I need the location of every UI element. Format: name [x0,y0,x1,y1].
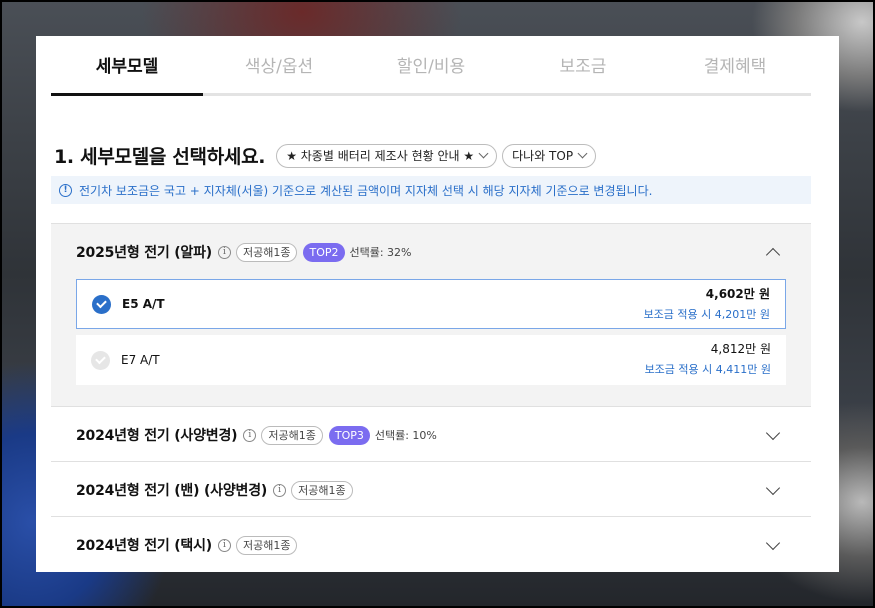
subsidy-price: 보조금 적용 시 4,411만 원 [644,363,771,376]
step-tabs: 세부모델 색상/옵션 할인/비용 보조금 결제혜택 [51,36,811,96]
trim-group-header[interactable]: 2024년형 전기 (밴) (사양변경) i 저공해1종 [51,462,811,518]
emission-tag: 저공해1종 [291,480,353,500]
trim-group-2024-spec-change: 2024년형 전기 (사양변경) i 저공해1종 TOP3 선택률: 10% [51,406,811,461]
region-select-label: 다나와 TOP [512,149,574,163]
emission-tag: 저공해1종 [261,425,323,445]
trim-group-2024-taxi: 2024년형 전기 (택시) i 저공해1종 [51,516,811,571]
info-icon[interactable]: i [218,245,231,259]
trim-group-header[interactable]: 2024년형 전기 (사양변경) i 저공해1종 TOP3 선택률: 10% [51,407,811,463]
chevron-down-icon [577,148,588,159]
model-option-e7[interactable]: E7 A/T 4,812만 원 보조금 적용 시 4,411만 원 [76,335,786,385]
trim-group-title: 2024년형 전기 (밴) (사양변경) [76,483,268,499]
emission-tag: 저공해1종 [236,242,298,262]
model-option-e5[interactable]: E5 A/T 4,602만 원 보조금 적용 시 4,201만 원 [76,279,786,329]
trim-group-header[interactable]: 2025년형 전기 (알파) i 저공해1종 TOP2 선택률: 32% [51,224,811,280]
tab-color-options[interactable]: 색상/옵션 [203,36,355,93]
chevron-up-icon[interactable] [765,247,781,263]
notice-text: 전기차 보조금은 국고 + 지자체(서울) 기준으로 계산된 금액이며 지자체 … [79,183,653,198]
info-icon[interactable]: i [218,538,231,552]
price-block: 4,602만 원 보조금 적용 시 4,201만 원 [644,286,770,323]
model-name: E7 A/T [121,353,160,367]
trim-selection-panel: 세부모델 색상/옵션 할인/비용 보조금 결제혜택 1. 세부모델을 선택하세요… [36,36,839,572]
check-icon [92,294,111,314]
chevron-down-icon[interactable] [765,425,781,441]
subsidy-price: 보조금 적용 시 4,201만 원 [643,308,770,321]
info-icon: ! [59,183,72,197]
emission-tag: 저공해1종 [236,535,298,555]
trim-group-header[interactable]: 2024년형 전기 (택시) i 저공해1종 [51,517,811,572]
trim-group-title: 2024년형 전기 (택시) [76,538,212,554]
info-icon[interactable]: i [243,428,257,442]
model-name: E5 A/T [122,297,165,311]
subsidy-notice: ! 전기차 보조금은 국고 + 지자체(서울) 기준으로 계산된 금액이며 지자… [51,176,811,204]
section-title: 1. 세부모델을 선택하세요. [54,146,266,168]
trim-group-2024-van: 2024년형 전기 (밴) (사양변경) i 저공해1종 [51,461,811,516]
tab-subsidy[interactable]: 보조금 [507,36,659,93]
chevron-down-icon[interactable] [765,480,781,496]
trim-group-title: 2025년형 전기 (알파) [76,245,212,261]
trim-group-2025-alpha: 2025년형 전기 (알파) i 저공해1종 TOP2 선택률: 32% E5 … [51,223,811,406]
chevron-down-icon [478,148,489,159]
heading-row: 1. 세부모델을 선택하세요. ★ 차종별 배터리 제조사 현황 안내 ★ 다나… [54,142,601,169]
tab-trim[interactable]: 세부모델 [51,36,203,96]
region-select[interactable]: 다나와 TOP [502,143,597,168]
tab-discount-cost[interactable]: 할인/비용 [355,36,507,93]
chevron-down-icon[interactable] [765,535,781,551]
model-price: 4,602만 원 [705,287,770,301]
selection-rate: 선택률: 10% [374,429,437,442]
price-block: 4,812만 원 보조금 적용 시 4,411만 원 [645,341,771,378]
battery-info-button[interactable]: ★ 차종별 배터리 제조사 현황 안내 ★ [276,143,498,168]
trim-group-title: 2024년형 전기 (사양변경) [76,428,238,444]
info-icon[interactable]: i [273,483,287,497]
top-rank-badge: TOP3 [328,425,370,445]
check-icon [91,350,110,370]
selection-rate: 선택률: 32% [349,246,412,259]
tab-payment-benefits[interactable]: 결제혜택 [659,36,811,93]
model-price: 4,812만 원 [710,342,771,356]
top-rank-badge: TOP2 [303,242,345,262]
battery-info-label: ★ 차종별 배터리 제조사 현황 안내 ★ [286,149,475,163]
